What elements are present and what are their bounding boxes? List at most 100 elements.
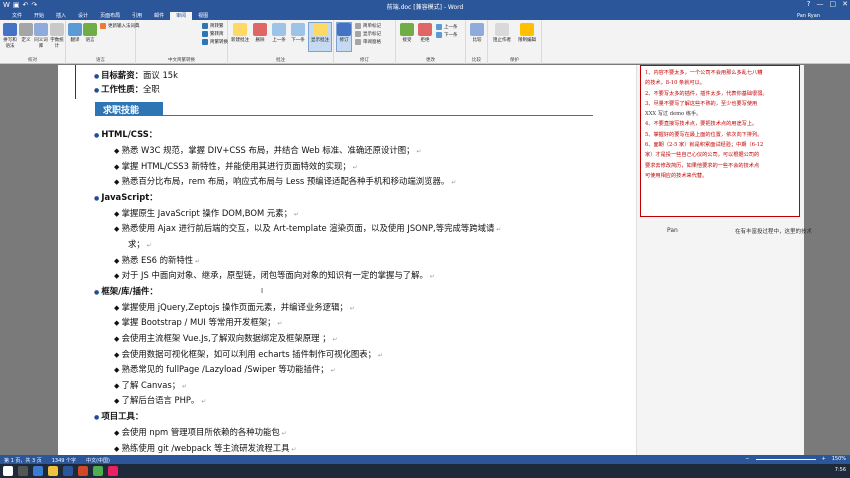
group-proofing: 拼写和语法 定义 同义词库 字数统计 校对: [0, 20, 66, 64]
zoom-out-button[interactable]: −: [745, 456, 749, 462]
diamond-bullet-icon: ◆: [114, 397, 122, 406]
track-changes-icon: [337, 23, 351, 36]
reviewing-pane-button[interactable]: 审阅窗格: [355, 39, 381, 45]
maximize-button[interactable]: □: [830, 0, 837, 8]
chinese-input-dictionary[interactable]: 更新输入法词典: [100, 23, 140, 29]
simp-to-trad-button[interactable]: 繁转简: [202, 31, 224, 37]
taskbar: 7:56: [0, 464, 850, 478]
language-button[interactable]: 语言: [83, 23, 97, 43]
language-icon: [83, 23, 97, 36]
tab-7[interactable]: 审阅: [170, 12, 193, 20]
close-button[interactable]: ✕: [842, 0, 848, 8]
compare-button[interactable]: 比较: [469, 23, 485, 43]
new-comment-button[interactable]: 新建批注: [230, 23, 250, 43]
change-bar: [75, 65, 76, 99]
group-compare: 比较 比较: [466, 20, 488, 64]
section-heading: 求职技能: [95, 102, 163, 116]
skill-item: 求； ↵: [128, 238, 152, 250]
app-icon[interactable]: [93, 466, 103, 476]
comment-balloon[interactable]: 1、内容不要太多，一个公司不会用那么多乱七八糟 的技术，8-10 条就可以。 2、不…: [640, 65, 800, 217]
define-button[interactable]: 定义: [19, 23, 33, 43]
skill-item: ◆ 熟悉 ES6 的新特性 ↵: [114, 254, 200, 266]
comment-reply-text: 在有丰富投过程中，这里的技术: [735, 229, 813, 235]
folder-icon[interactable]: [48, 466, 58, 476]
skill-item-text: 熟悉常见的 fullPage /Lazyload /Swiper 等功能插件；: [121, 364, 329, 375]
comment-author: Pan: [667, 227, 678, 234]
comment-line: XXX 写过 demo 练手。: [645, 111, 702, 118]
paragraph-mark-icon: ↵: [330, 336, 338, 343]
zoom-slider[interactable]: [755, 458, 816, 460]
tab-4[interactable]: 页面布局: [94, 12, 126, 20]
thesaurus-button[interactable]: 同义词库: [33, 23, 49, 49]
next-comment-button[interactable]: 下一条: [289, 23, 307, 43]
comment-icon: [233, 23, 247, 36]
accept-button[interactable]: 接受: [399, 23, 415, 43]
text-cursor-icon: I: [261, 287, 264, 295]
paragraph-mark-icon: ↵: [180, 382, 188, 390]
tab-8[interactable]: 视图: [192, 12, 214, 20]
paragraph-mark-icon: ↵: [199, 398, 207, 406]
help-button[interactable]: ?: [807, 0, 811, 8]
delete-comment-button[interactable]: 删除: [252, 23, 268, 43]
previous-comment-button[interactable]: 上一条: [270, 23, 288, 43]
word-taskbar-icon[interactable]: [63, 466, 73, 476]
zoom-level[interactable]: 150%: [832, 456, 846, 462]
chinese-convert-button[interactable]: 简繁转换: [202, 39, 228, 45]
skill-item-text: 求；: [128, 239, 145, 249]
translate-button[interactable]: 翻译: [68, 23, 82, 43]
tab-1[interactable]: 开始: [28, 12, 50, 20]
language-status[interactable]: 中文(中国): [86, 457, 110, 464]
track-changes-button[interactable]: 修订: [336, 22, 352, 52]
tab-3[interactable]: 设计: [72, 12, 94, 20]
diamond-bullet-icon: ◆: [114, 178, 122, 187]
tab-5[interactable]: 引用: [126, 12, 148, 20]
show-comments-button[interactable]: 显示批注: [308, 22, 332, 52]
group-language: 翻译 语言 更新输入法词典 语言: [66, 20, 140, 64]
skill-item: ◆ 会使用主流框架 Vue.Js,了解双向数据绑定及框架原理 ； ↵: [114, 332, 338, 344]
skill-item-text: 掌握原生 JavaScript 操作 DOM,BOM 元素；: [121, 207, 292, 218]
zoom-in-button[interactable]: +: [822, 456, 826, 462]
tab-2[interactable]: 插入: [50, 12, 72, 20]
skill-item-text: 掌握使用 jQuery,Zeptojs 操作页面元素，并编译业务逻辑；: [121, 301, 348, 312]
document-page[interactable]: ● 目标薪资：面议 15k ● 工作性质：全职 ● HTML/CSS： ◆ 熟悉 W3…: [58, 65, 812, 463]
block-authors-button[interactable]: 阻止作者: [491, 23, 513, 43]
skill-title: ● HTML/CSS：: [94, 128, 157, 140]
trad-to-simp-button[interactable]: 简转繁: [202, 23, 224, 29]
user-name[interactable]: Pan Ryan: [797, 13, 820, 19]
tab-6[interactable]: 邮件: [148, 12, 170, 20]
skill-item-text: 了解后台语言 PHP。: [121, 395, 200, 406]
paragraph-mark-icon: ↵: [275, 320, 283, 328]
word-count[interactable]: 1349 个字: [52, 457, 76, 464]
next-change-button[interactable]: 下一条: [436, 32, 458, 38]
search-icon[interactable]: [18, 466, 28, 476]
previous-change-button[interactable]: 上一条: [436, 24, 458, 30]
edge-icon[interactable]: [33, 466, 43, 476]
window-controls: ? — □ ✕: [807, 0, 848, 8]
group-protect: 阻止作者 限制编辑 保护: [488, 20, 542, 64]
app-icon[interactable]: [78, 466, 88, 476]
skill-item: ◆ 会使用数据可视化框架，如可以利用 echarts 插件制作可视化图表； ↵: [114, 348, 383, 360]
skill-item: ◆ 了解后台语言 PHP。 ↵: [114, 394, 206, 406]
skill-item-text: 掌握 HTML/CSS3 新特性，并能使用其进行页面特效的实现；: [121, 160, 351, 171]
minimize-button[interactable]: —: [817, 0, 824, 8]
app-icon[interactable]: [108, 466, 118, 476]
convert-icon: [202, 39, 208, 45]
skill-item-text: 了解 Canvas；: [121, 379, 181, 390]
tab-0[interactable]: 文件: [6, 12, 28, 20]
show-markup-button[interactable]: 显示标记: [355, 31, 381, 37]
skill-item: ◆ 对于 JS 中面向对象、继承，原型链，闭包等面向对象的知识有一定的掌握与了解…: [114, 269, 435, 281]
skill-item: ◆ 掌握 Bootstrap / MUI 等常用开发框架； ↵: [114, 316, 282, 328]
spelling-icon: [3, 23, 17, 36]
simple-markup-select[interactable]: 简单标记: [355, 23, 381, 29]
reject-button[interactable]: 拒绝: [417, 23, 433, 43]
word-count-button[interactable]: 字数统计: [49, 23, 65, 49]
skill-item-text: 熟悉 ES6 的新特性: [121, 254, 194, 265]
skill-title-text: JavaScript：: [101, 191, 158, 202]
page-count[interactable]: 第 1 页，共 3 页: [4, 457, 42, 464]
restrict-editing-button[interactable]: 限制编辑: [515, 23, 539, 43]
diamond-bullet-icon: ◆: [114, 272, 122, 281]
comment-line: 4、不要直接写技术点，要把技术点的用途写上。: [645, 121, 758, 128]
spelling-grammar-button[interactable]: 拼写和语法: [2, 23, 18, 49]
start-icon[interactable]: [3, 466, 13, 476]
paragraph-mark-icon: ↵: [144, 242, 152, 249]
